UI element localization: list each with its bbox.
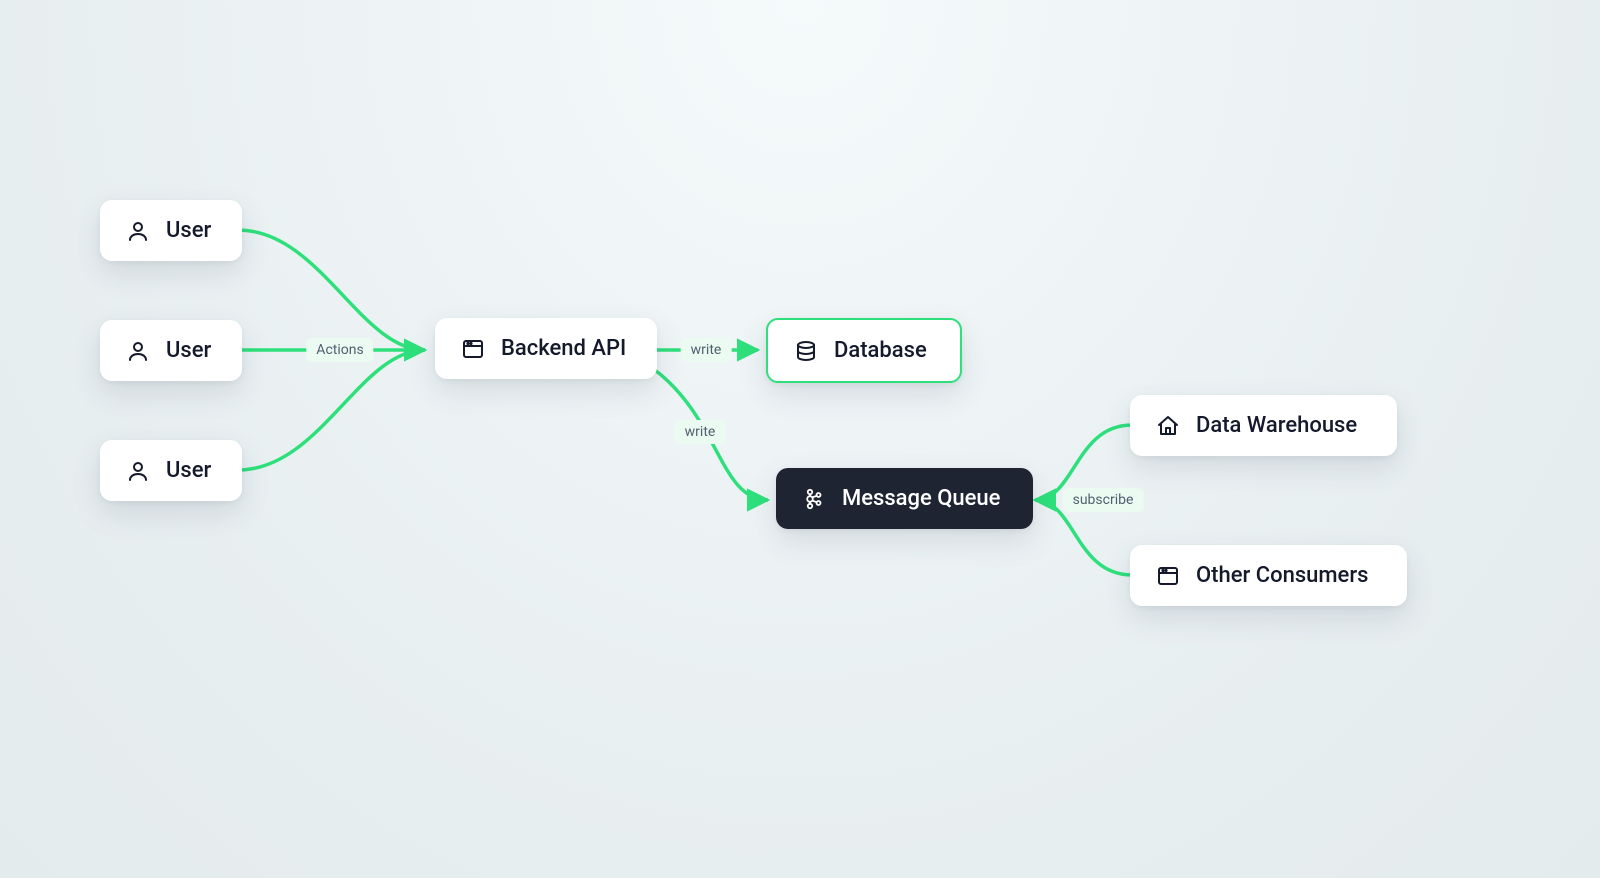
node-label: User (166, 338, 211, 363)
node-other-consumers[interactable]: Other Consumers (1130, 545, 1407, 606)
node-label: Data Warehouse (1196, 413, 1357, 438)
window-icon (461, 337, 485, 361)
node-user-1[interactable]: User (100, 200, 242, 261)
node-label: Backend API (501, 336, 626, 361)
home-icon (1156, 414, 1180, 438)
node-user-2[interactable]: User (100, 320, 242, 381)
diagram-canvas: Actions write write subscribe User User … (0, 0, 1600, 878)
database-icon (794, 339, 818, 363)
edge-user1-backend (238, 230, 425, 350)
edge-label-subscribe: subscribe (1063, 488, 1144, 512)
user-icon (126, 459, 150, 483)
kafka-icon (802, 487, 826, 511)
edge-user3-backend (238, 350, 425, 470)
user-icon (126, 339, 150, 363)
edge-label-write-db: write (681, 338, 732, 362)
node-label: Other Consumers (1196, 563, 1368, 588)
node-message-queue[interactable]: Message Queue (776, 468, 1033, 529)
node-label: User (166, 458, 211, 483)
user-icon (126, 219, 150, 243)
edge-label-write-mq: write (675, 420, 726, 444)
node-label: Message Queue (842, 486, 1000, 511)
node-user-3[interactable]: User (100, 440, 242, 501)
node-label: User (166, 218, 211, 243)
node-label: Database (834, 338, 927, 363)
window-icon (1156, 564, 1180, 588)
node-data-warehouse[interactable]: Data Warehouse (1130, 395, 1397, 456)
node-backend-api[interactable]: Backend API (435, 318, 657, 379)
edge-label-actions: Actions (306, 338, 373, 362)
node-database[interactable]: Database (766, 318, 962, 383)
